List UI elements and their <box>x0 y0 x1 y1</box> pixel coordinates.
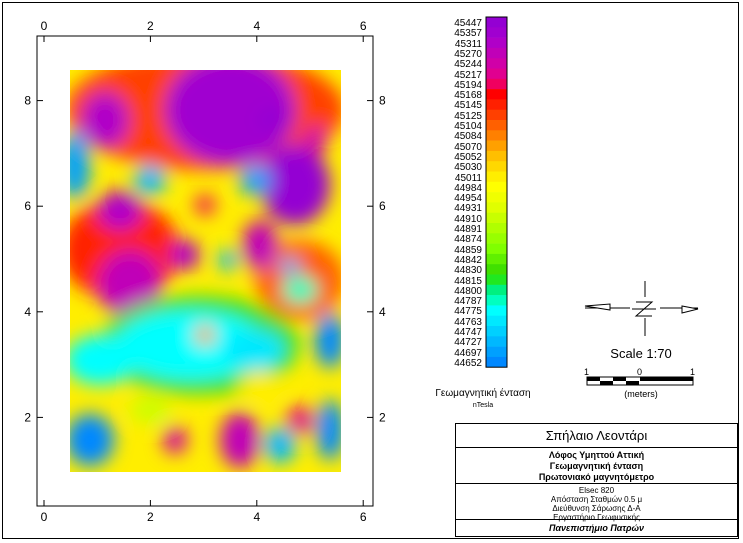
university-name: Πανεπιστήμιο Πατρών <box>548 523 645 533</box>
legend-swatch <box>486 47 507 59</box>
title-line-location: Λόφος Υμηττού Αττική <box>548 450 645 460</box>
legend-swatch <box>486 89 507 100</box>
scale-label-left: 1 <box>584 367 590 377</box>
legend-swatch <box>486 17 507 28</box>
scale-bar <box>586 376 694 386</box>
legend-swatch <box>486 181 507 193</box>
scale-unit: (meters) <box>624 389 658 399</box>
legend-swatch <box>486 109 507 121</box>
scale-label-right: 1 <box>690 367 696 377</box>
legend-swatch <box>486 284 507 296</box>
y-tick-label-left: 6 <box>24 199 31 213</box>
legend-swatch <box>486 161 507 172</box>
legend-unit: nTesla <box>472 402 494 409</box>
legend-swatch <box>486 27 507 38</box>
legend-swatch <box>486 336 507 347</box>
legend-swatch <box>486 99 507 110</box>
legend-swatch <box>486 202 507 213</box>
legend-swatch <box>486 171 507 183</box>
legend-value: 44830 <box>454 265 482 277</box>
legend-swatch <box>486 356 507 368</box>
legend-swatch <box>486 223 507 234</box>
x-tick-label-bottom: 6 <box>360 510 367 524</box>
title-line-instrument: Πρωτονιακό μαγνητόμετρο <box>538 472 655 482</box>
legend-swatch <box>486 326 507 337</box>
legend-swatch <box>486 78 507 90</box>
x-tick-label-top: 0 <box>41 19 48 33</box>
legend-swatch <box>486 192 507 203</box>
legend-title: Γεωμαγνητική ένταση <box>435 388 531 399</box>
scale-label-zero: 0 <box>637 367 643 377</box>
legend-value: 45244 <box>454 59 482 71</box>
x-tick-label-top: 2 <box>147 19 154 33</box>
y-tick-label-left: 8 <box>24 94 31 108</box>
legend-swatch <box>486 150 507 162</box>
legend-swatch <box>486 315 507 327</box>
x-tick-label-top: 6 <box>360 19 367 33</box>
legend-swatch <box>486 58 507 69</box>
legend-swatch <box>486 140 507 152</box>
legend-swatch <box>486 346 507 358</box>
legend-swatch <box>486 253 507 265</box>
legend-swatch <box>486 305 507 316</box>
legend-swatch <box>486 68 507 80</box>
scale-text: Scale 1:70 <box>610 346 672 361</box>
north-arrow-icon <box>584 281 699 336</box>
info-scan-direction: Διεύθυνση Σάρωσης Δ-Α <box>552 504 641 513</box>
survey-info: Elsec 820 Απόσταση Σταθμών 0.5 μ Διεύθυν… <box>456 484 737 522</box>
info-device: Elsec 820 <box>578 486 615 495</box>
legend-swatch <box>486 233 507 244</box>
y-tick-label-right: 6 <box>379 199 386 213</box>
legend-swatch <box>486 120 507 131</box>
y-tick-label-right: 4 <box>379 305 386 319</box>
y-tick-label-right: 2 <box>379 410 386 424</box>
legend-swatch <box>486 295 507 306</box>
info-station-spacing: Απόσταση Σταθμών 0.5 μ <box>550 495 643 504</box>
x-tick-label-bottom: 2 <box>147 510 154 524</box>
y-tick-label-right: 8 <box>379 94 386 108</box>
site-name: Σπήλαιο Λεοντάρι <box>456 424 737 448</box>
legend-color-bar <box>485 16 508 368</box>
y-tick-label-left: 2 <box>24 410 31 424</box>
x-tick-label-top: 4 <box>253 19 260 33</box>
legend-value: 45030 <box>454 162 482 174</box>
legend-value: 44652 <box>454 357 482 369</box>
legend-swatch <box>486 274 507 286</box>
legend-swatch <box>486 212 507 224</box>
legend-swatch <box>486 37 507 49</box>
x-tick-label-bottom: 0 <box>41 510 48 524</box>
legend-swatch <box>486 264 507 275</box>
title-block: Σπήλαιο Λεοντάρι Λόφος Υμηττού Αττική Γε… <box>455 423 738 537</box>
title-subheading: Λόφος Υμηττού Αττική Γεωμαγνητική ένταση… <box>456 448 737 484</box>
legend-swatch <box>486 243 507 255</box>
y-tick-label-left: 4 <box>24 305 31 319</box>
legend-swatch <box>486 130 507 141</box>
x-tick-label-bottom: 4 <box>253 510 260 524</box>
title-line-measure: Γεωμαγνητική ένταση <box>549 461 644 471</box>
magnetic-field-raster <box>70 70 341 472</box>
